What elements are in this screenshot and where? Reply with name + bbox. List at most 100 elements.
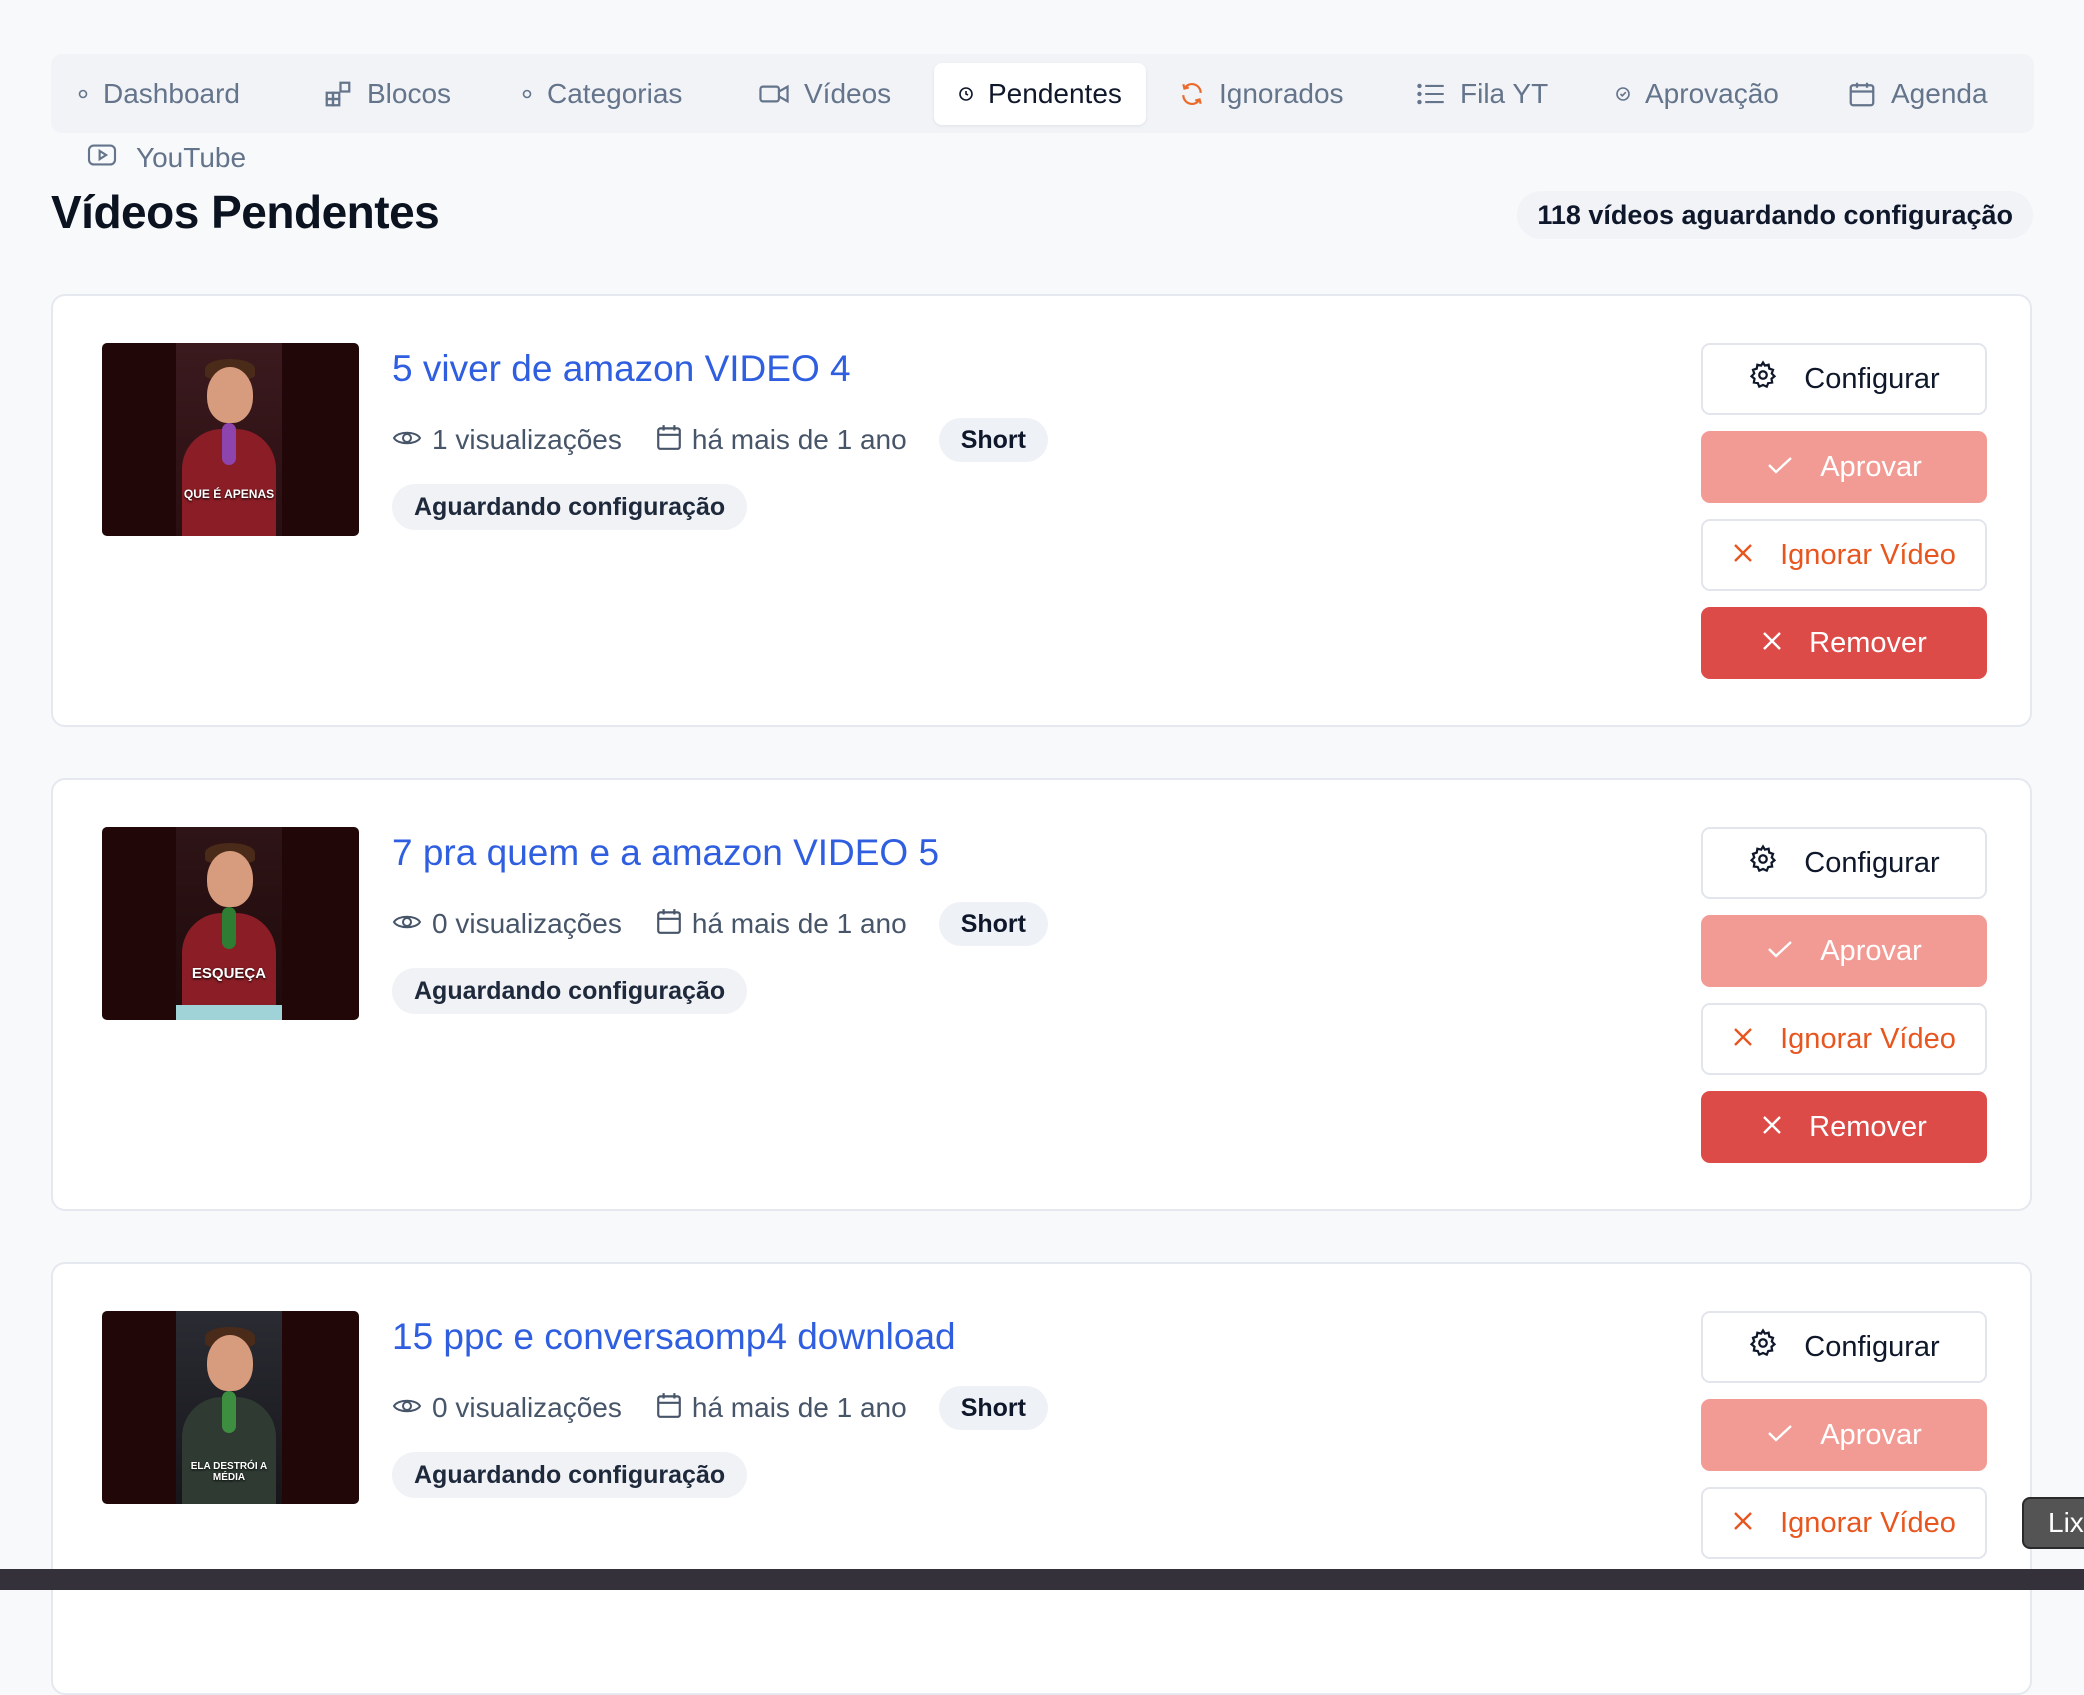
short-badge: Short: [938, 902, 1048, 946]
approve-label: Aprovar: [1820, 934, 1922, 967]
tab-label: Fila YT: [1460, 78, 1549, 109]
tab-label: YouTube: [136, 142, 247, 173]
tab-label: Ignorados: [1219, 78, 1344, 109]
publish-date: há mais de 1 ano: [691, 1392, 907, 1423]
video-title[interactable]: 5 viver de amazon VIDEO 4: [392, 348, 851, 390]
configure-label: Configurar: [1804, 1330, 1940, 1363]
video-title[interactable]: 15 ppc e conversaomp4 download: [392, 1316, 956, 1358]
configure-button[interactable]: Configurar: [1701, 1311, 1987, 1383]
date-meta: há mais de 1 ano: [656, 907, 907, 942]
tab-fila-yt[interactable]: Fila YT: [1412, 63, 1552, 125]
approve-button[interactable]: Aprovar: [1701, 915, 1987, 987]
date-meta: há mais de 1 ano: [656, 1391, 907, 1426]
ignore-video-button[interactable]: Ignorar Vídeo: [1701, 519, 1987, 591]
ignore-label: Ignorar Vídeo: [1780, 1022, 1956, 1055]
views-count: 1 visualizações: [432, 424, 622, 455]
approve-button[interactable]: Aprovar: [1701, 1399, 1987, 1471]
short-badge: Short: [938, 1386, 1048, 1430]
tab-label: Categorias: [547, 78, 683, 109]
tab-categorias[interactable]: Categorias: [517, 63, 686, 125]
views-meta: 0 visualizações: [392, 1392, 622, 1424]
close-icon: [1732, 1023, 1754, 1056]
video-camera-icon: [758, 79, 790, 109]
tab-youtube[interactable]: YouTube: [86, 140, 246, 176]
video-title[interactable]: 7 pra quem e a amazon VIDEO 5: [392, 832, 939, 874]
configure-button[interactable]: Configurar: [1701, 343, 1987, 415]
configure-label: Configurar: [1804, 362, 1940, 395]
thumbnail-caption: ELA DESTRÓI A MÉDIA: [190, 1461, 268, 1483]
tab-label: Pendentes: [988, 78, 1122, 109]
tab-label: Blocos: [367, 78, 452, 109]
approve-button[interactable]: Aprovar: [1701, 431, 1987, 503]
status-badge: Aguardando configuração: [392, 968, 748, 1014]
views-meta: 0 visualizações: [392, 908, 622, 940]
video-thumbnail[interactable]: ELA DESTRÓI A MÉDIA: [102, 1311, 359, 1504]
eye-icon: [392, 1392, 422, 1424]
eye-icon: [392, 908, 422, 940]
status-badge: Aguardando configuração: [392, 484, 748, 530]
views-count: 0 visualizações: [432, 1392, 622, 1423]
dot-icon: [521, 88, 533, 100]
nav-tabs: Dashboard Blocos Categorias Vídeos Pende…: [51, 54, 2034, 133]
check-circle-icon: [1615, 86, 1631, 102]
calendar-icon: [1847, 79, 1877, 109]
calendar-icon: [656, 423, 682, 458]
tab-dashboard[interactable]: Dashboard: [73, 63, 244, 125]
thumbnail-caption: ESQUEÇA: [191, 965, 267, 982]
pending-count-badge: 118 vídeos aguardando configuração: [1517, 191, 2033, 239]
ignore-video-button[interactable]: Ignorar Vídeo: [1701, 1003, 1987, 1075]
remove-button[interactable]: Remover: [1701, 1091, 1987, 1163]
blocks-icon: [323, 79, 353, 109]
thumbnail-caption: QUE É APENAS: [183, 487, 275, 501]
video-meta: 1 visualizações há mais de 1 ano Short: [392, 418, 1048, 462]
ignore-label: Ignorar Vídeo: [1780, 1506, 1956, 1539]
approve-label: Aprovar: [1820, 450, 1922, 483]
clock-icon: [958, 86, 974, 102]
video-card: ELA DESTRÓI A MÉDIA 15 ppc e conversaomp…: [51, 1262, 2032, 1695]
date-meta: há mais de 1 ano: [656, 423, 907, 458]
check-icon: [1766, 935, 1794, 968]
tab-aprovacao[interactable]: Aprovação: [1611, 63, 1783, 125]
status-badge: Aguardando configuração: [392, 1452, 748, 1498]
short-badge: Short: [938, 418, 1048, 462]
check-icon: [1766, 1419, 1794, 1452]
close-icon: [1732, 539, 1754, 572]
video-meta: 0 visualizações há mais de 1 ano Short: [392, 902, 1048, 946]
tab-label: Vídeos: [804, 78, 892, 109]
views-meta: 1 visualizações: [392, 424, 622, 456]
video-meta: 0 visualizações há mais de 1 ano Short: [392, 1386, 1048, 1430]
youtube-icon: [86, 142, 118, 175]
publish-date: há mais de 1 ano: [691, 424, 907, 455]
gear-icon: [1748, 1328, 1778, 1366]
remove-button[interactable]: Remover: [1701, 607, 1987, 679]
video-thumbnail[interactable]: QUE É APENAS: [102, 343, 359, 536]
tab-ignorados[interactable]: Ignorados: [1175, 63, 1348, 125]
calendar-icon: [656, 1391, 682, 1426]
gear-icon: [1748, 844, 1778, 882]
remove-label: Remover: [1809, 1110, 1927, 1143]
gear-icon: [1748, 360, 1778, 398]
tooltip-text: Lix: [2048, 1507, 2084, 1538]
tab-label: Aprovação: [1645, 78, 1779, 109]
video-thumbnail[interactable]: ESQUEÇA: [102, 827, 359, 1020]
tab-videos[interactable]: Vídeos: [754, 63, 895, 125]
approve-label: Aprovar: [1820, 1418, 1922, 1451]
eye-icon: [392, 424, 422, 456]
tooltip: Lix: [2022, 1497, 2084, 1549]
remove-label: Remover: [1809, 626, 1927, 659]
ignore-video-button[interactable]: Ignorar Vídeo: [1701, 1487, 1987, 1559]
tab-agenda[interactable]: Agenda: [1843, 63, 1992, 125]
tab-pendentes[interactable]: Pendentes: [934, 63, 1146, 125]
calendar-icon: [656, 907, 682, 942]
dot-icon: [77, 88, 89, 100]
views-count: 0 visualizações: [432, 908, 622, 939]
ignore-label: Ignorar Vídeo: [1780, 538, 1956, 571]
taskbar: [0, 1569, 2084, 1590]
page-title: Vídeos Pendentes: [51, 186, 440, 238]
check-icon: [1766, 451, 1794, 484]
publish-date: há mais de 1 ano: [691, 908, 907, 939]
video-card: ESQUEÇA 7 pra quem e a amazon VIDEO 5 0 …: [51, 778, 2032, 1211]
configure-button[interactable]: Configurar: [1701, 827, 1987, 899]
configure-label: Configurar: [1804, 846, 1940, 879]
tab-blocos[interactable]: Blocos: [319, 63, 455, 125]
